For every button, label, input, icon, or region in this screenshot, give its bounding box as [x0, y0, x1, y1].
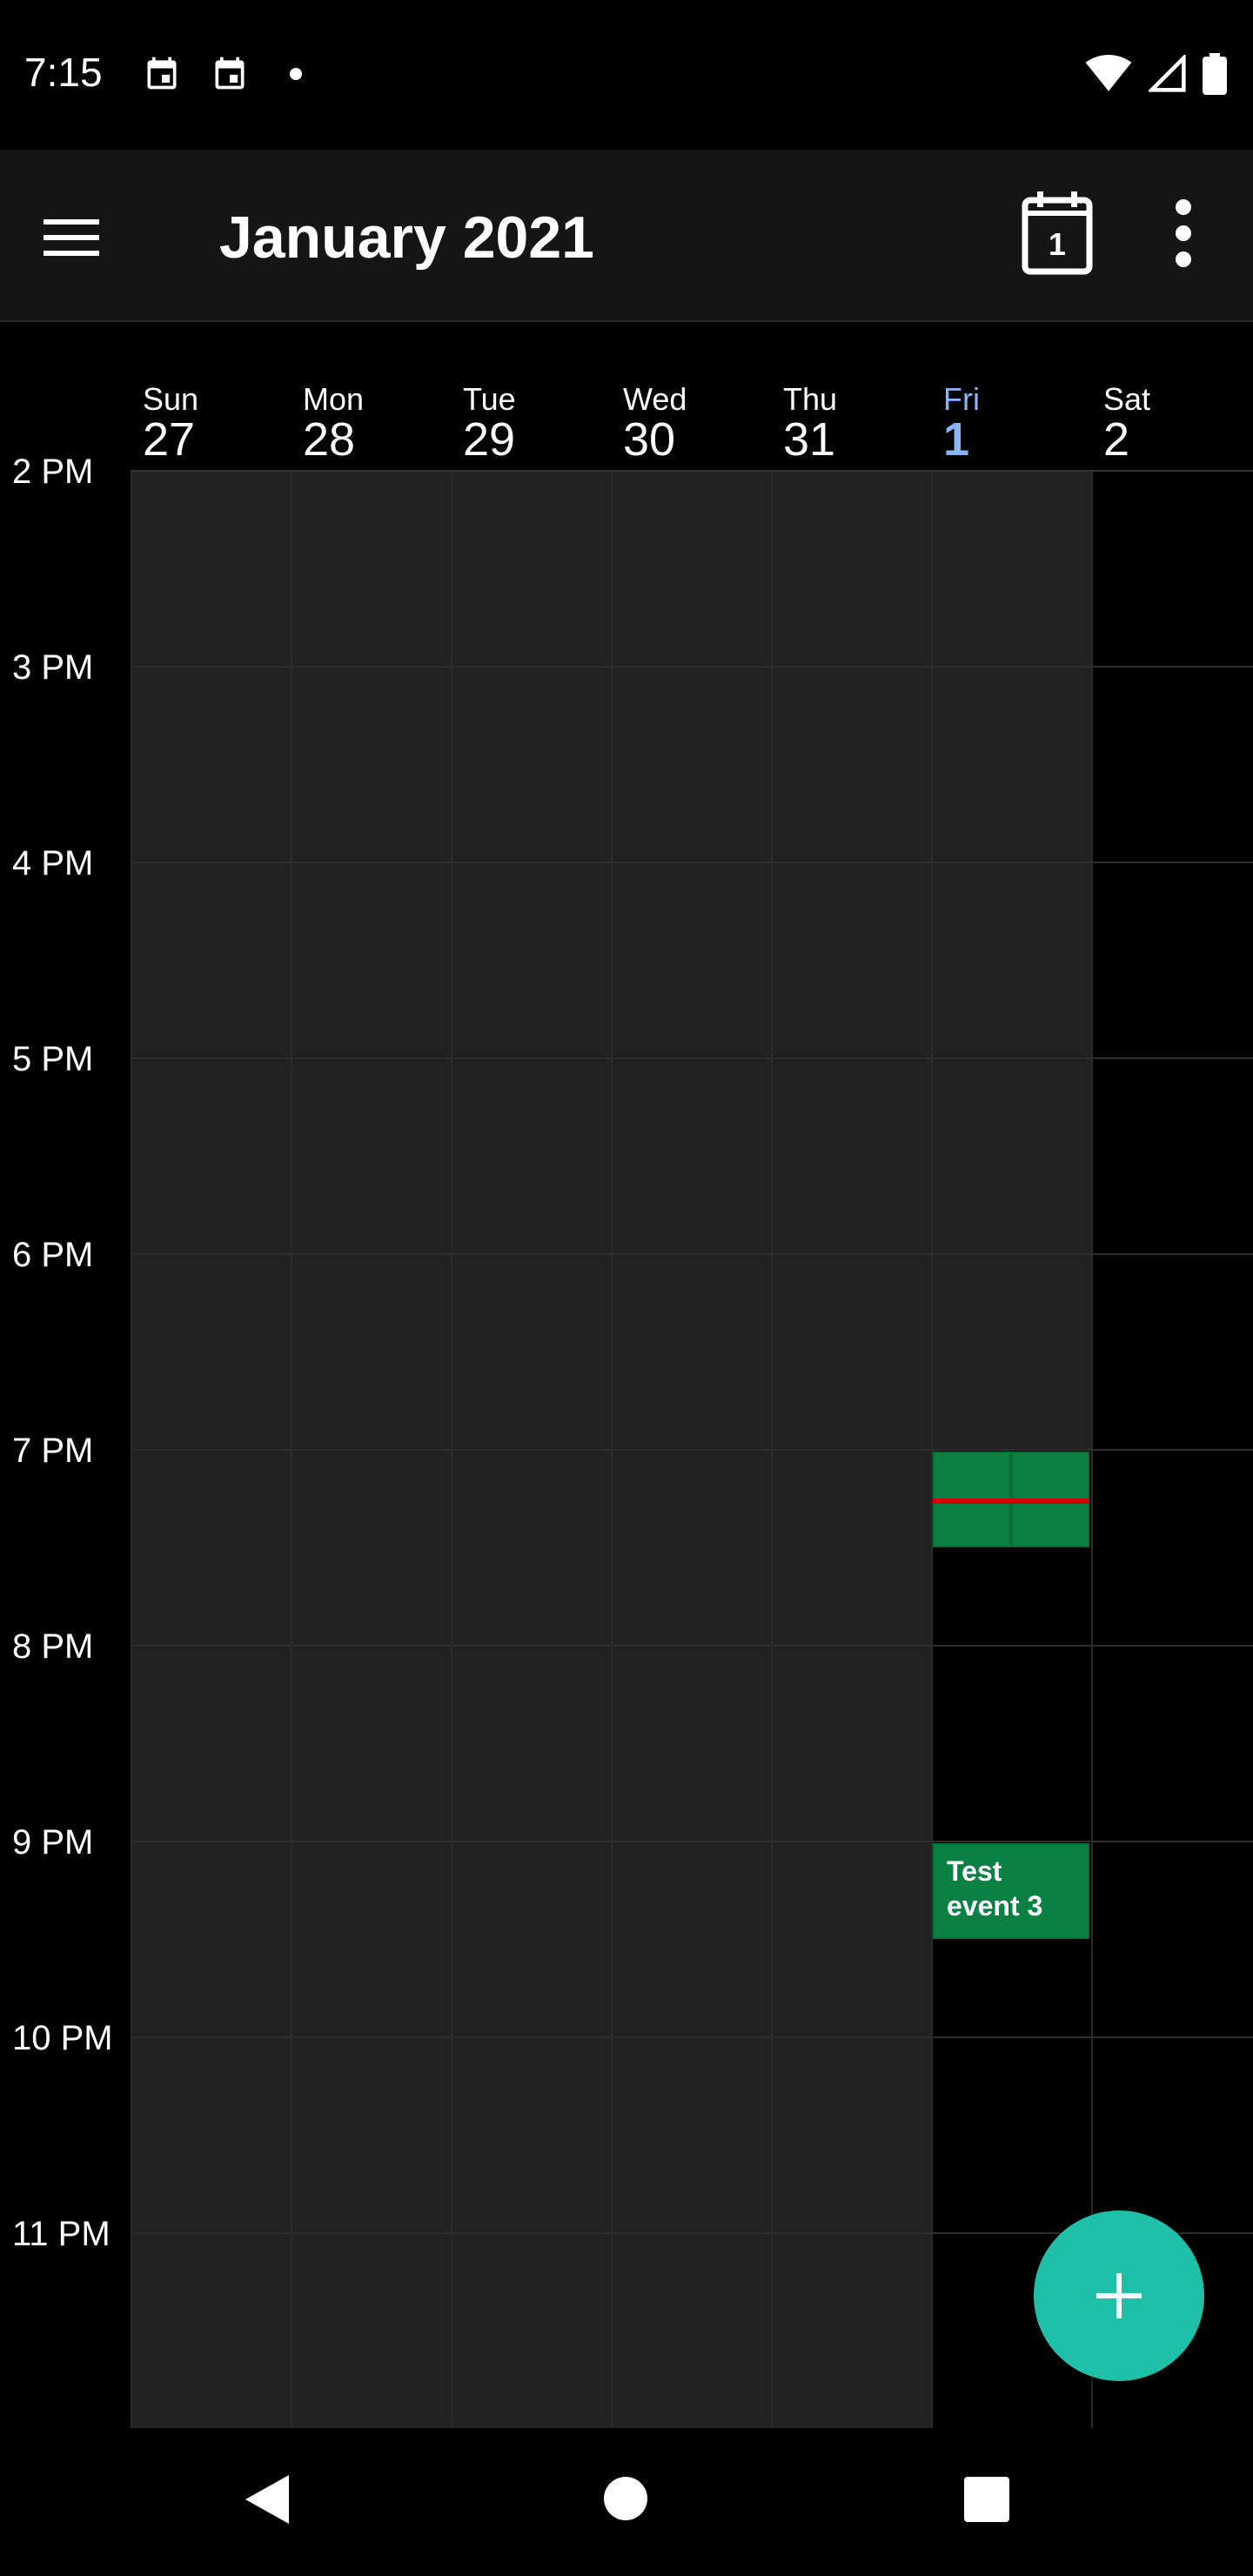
past-days-shading: [131, 472, 931, 2430]
day-number: 29: [463, 413, 516, 466]
hour-line: [131, 1057, 1253, 1059]
add-event-fab[interactable]: [1034, 2210, 1204, 2381]
past-hours-shading: [931, 472, 1091, 1451]
day-number: 30: [623, 413, 676, 466]
day-header-mon[interactable]: Mon 28: [291, 374, 451, 470]
day-header-sat[interactable]: Sat 2: [1091, 374, 1251, 470]
page-title: January 2021: [219, 205, 594, 271]
day-header-wed[interactable]: Wed 30: [611, 374, 771, 470]
time-label: 9 PM: [12, 1823, 94, 1862]
day-number: 31: [783, 413, 836, 466]
system-nav-bar: [0, 2428, 1253, 2576]
hour-line: [131, 2036, 1253, 2038]
hour-line: [131, 862, 1253, 863]
back-icon[interactable]: [235, 2465, 305, 2534]
event-title: Test event 3: [947, 1855, 1043, 1922]
week-day-header: Sun 27 Mon 28 Tue 29 Wed 30 Thu 31 Fri 1…: [131, 374, 1253, 470]
today-button-day: 1: [1048, 226, 1067, 262]
home-icon[interactable]: [604, 2477, 647, 2520]
time-label: 8 PM: [12, 1627, 94, 1666]
day-divider: [931, 472, 933, 2430]
day-number: 28: [303, 413, 356, 466]
hour-line: [131, 1841, 1253, 1842]
status-icons: [1084, 52, 1227, 96]
time-label: 4 PM: [12, 844, 94, 882]
day-divider: [1091, 472, 1093, 2430]
today-button[interactable]: 1: [1009, 186, 1105, 282]
time-label: 6 PM: [12, 1236, 94, 1274]
calendar-icon: [215, 57, 245, 90]
day-header-thu[interactable]: Thu 31: [771, 374, 931, 470]
status-bar: 7:15: [0, 0, 1253, 150]
hour-line: [131, 1253, 1253, 1255]
day-number: 1: [943, 413, 970, 466]
day-header-sun[interactable]: Sun 27: [131, 374, 291, 470]
hour-line: [131, 1449, 1253, 1451]
time-label: 5 PM: [12, 1040, 94, 1078]
time-label: 11 PM: [12, 2215, 111, 2253]
day-divider: [451, 472, 452, 2430]
menu-icon[interactable]: [35, 202, 122, 272]
event-block-test-event-3[interactable]: Test event 3: [933, 1843, 1089, 1939]
wifi-icon: [1085, 55, 1132, 91]
time-label: 7 PM: [12, 1432, 94, 1470]
day-header-fri-today[interactable]: Fri 1: [931, 374, 1091, 470]
signal-icon: [1149, 55, 1186, 92]
day-header-tue[interactable]: Tue 29: [451, 374, 611, 470]
time-label: 10 PM: [12, 2019, 113, 2057]
recents-icon[interactable]: [964, 2477, 1009, 2522]
time-label: 3 PM: [12, 648, 94, 687]
status-time: 7:15: [24, 50, 103, 95]
current-time-indicator: [933, 1499, 1089, 1504]
hour-line: [131, 1645, 1253, 1647]
day-divider: [611, 472, 613, 2430]
hour-line: [131, 666, 1253, 667]
calendar-icon: [147, 57, 177, 90]
day-divider: [771, 472, 773, 2430]
notification-dot-icon: [290, 68, 302, 80]
battery-icon: [1203, 53, 1227, 95]
day-number: 27: [143, 413, 196, 466]
calendar-grid[interactable]: Test event 3: [131, 472, 1253, 2430]
app-bar: January 2021 1: [0, 150, 1253, 322]
day-divider: [291, 472, 292, 2430]
day-divider: [131, 472, 132, 2430]
time-label: 2 PM: [12, 453, 94, 491]
day-number: 2: [1103, 413, 1130, 466]
more-vert-icon[interactable]: [1157, 186, 1209, 282]
